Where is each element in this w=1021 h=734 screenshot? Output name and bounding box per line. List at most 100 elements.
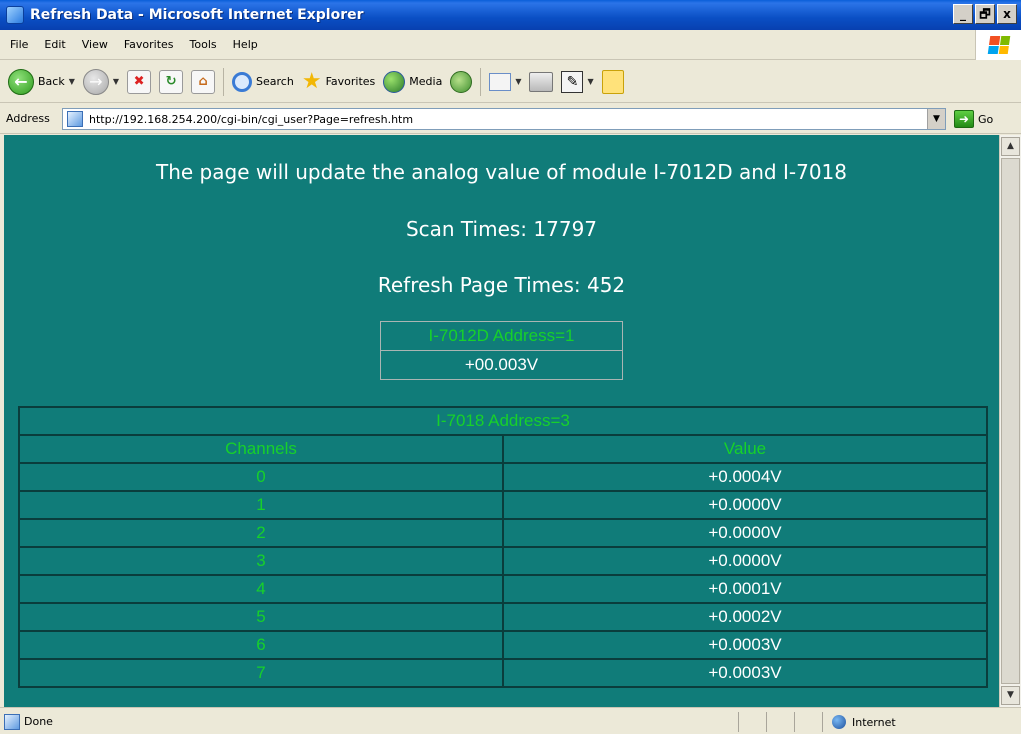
menu-bar: File Edit View Favorites Tools Help — [0, 30, 1021, 60]
zone-label: Internet — [852, 715, 896, 729]
table-row: 2 +0.0000V — [18, 518, 988, 548]
stop-button[interactable]: ✖ — [127, 69, 152, 94]
scroll-down-button[interactable]: ▼ — [1001, 686, 1020, 705]
toolbar-separator — [480, 67, 482, 96]
module-7018-title: I-7018 Address=3 — [18, 406, 988, 436]
channel-cell: 7 — [18, 658, 504, 688]
value-cell: +0.0000V — [502, 518, 988, 548]
toolbar-separator — [223, 67, 225, 96]
favorites-label: Favorites — [325, 75, 376, 88]
favorites-button[interactable]: ★ Favorites — [301, 68, 376, 94]
status-text: Done — [24, 715, 53, 728]
channel-cell: 6 — [18, 630, 504, 660]
table-row: +00.003V — [380, 350, 623, 380]
mail-icon — [489, 72, 512, 91]
status-bar: Done Internet — [0, 707, 1021, 734]
back-arrow-icon: ← — [8, 68, 34, 95]
value-cell: +0.0004V — [502, 462, 988, 492]
history-button[interactable] — [450, 70, 473, 93]
close-button[interactable]: x — [997, 4, 1017, 24]
address-input[interactable]: http://192.168.254.200/cgi-bin/cgi_user?… — [62, 108, 946, 130]
media-label: Media — [409, 75, 443, 88]
column-header-value: Value — [502, 434, 988, 464]
refresh-page-times: Refresh Page Times: 452 — [377, 273, 626, 297]
globe-icon — [832, 715, 846, 729]
address-bar: Address http://192.168.254.200/cgi-bin/c… — [0, 104, 1021, 134]
channel-cell: 3 — [18, 546, 504, 576]
media-icon — [383, 70, 406, 93]
chevron-down-icon[interactable]: ▼ — [515, 77, 521, 86]
edit-icon: ✎ — [561, 70, 584, 93]
chevron-down-icon[interactable]: ▼ — [113, 77, 119, 86]
messenger-button[interactable] — [601, 69, 624, 94]
search-icon — [232, 71, 253, 92]
edit-button[interactable]: ✎ ▼ — [561, 70, 594, 93]
printer-icon — [529, 71, 554, 92]
table-row: I-7012D Address=1 — [380, 321, 623, 351]
window-controls: _ 🗗 x — [953, 4, 1017, 24]
value-cell: +0.0003V — [502, 630, 988, 660]
forward-button[interactable]: → ▼ — [82, 68, 119, 95]
module-7012d-table: I-7012D Address=1 +00.003V — [380, 321, 623, 380]
table-header-row: Channels Value — [18, 434, 988, 464]
windows-flag-icon — [987, 36, 1010, 54]
menu-edit[interactable]: Edit — [44, 38, 65, 51]
menu-tools[interactable]: Tools — [190, 38, 217, 51]
status-pane — [738, 712, 739, 732]
back-label: Back — [38, 75, 65, 88]
module-7018-table: I-7018 Address=3 Channels Value 0 +0.000… — [18, 406, 988, 688]
channel-cell: 4 — [18, 574, 504, 604]
column-header-channels: Channels — [18, 434, 504, 464]
channel-cell: 0 — [18, 462, 504, 492]
go-button[interactable]: ➜ Go — [954, 110, 993, 128]
go-arrow-icon: ➜ — [954, 110, 974, 128]
page-heading: The page will update the analog value of… — [156, 160, 847, 184]
table-row: 5 +0.0002V — [18, 602, 988, 632]
window-title: Refresh Data - Microsoft Internet Explor… — [30, 7, 364, 23]
channel-cell: 1 — [18, 490, 504, 520]
mail-button[interactable]: ▼ — [489, 72, 521, 91]
search-label: Search — [256, 75, 294, 88]
channel-cell: 2 — [18, 518, 504, 548]
table-row: 6 +0.0003V — [18, 630, 988, 660]
toolbar: ← Back ▼ → ▼ ✖ ↻ ⌂ Search ★ Favorites Me… — [0, 61, 1021, 103]
print-button[interactable] — [529, 71, 554, 92]
refresh-button[interactable]: ↻ — [159, 69, 184, 94]
search-button[interactable]: Search — [232, 71, 294, 92]
scroll-thumb[interactable] — [1001, 158, 1020, 684]
table-row: I-7018 Address=3 — [18, 406, 988, 436]
value-cell: +0.0003V — [502, 658, 988, 688]
menu-file[interactable]: File — [10, 38, 28, 51]
scan-times: Scan Times: 17797 — [405, 217, 598, 241]
value-cell: +0.0000V — [502, 546, 988, 576]
chevron-down-icon[interactable]: ▼ — [69, 77, 75, 86]
security-zone: Internet — [832, 715, 896, 729]
vertical-scrollbar[interactable]: ▲ ▼ — [999, 135, 1021, 707]
windows-logo — [975, 30, 1021, 60]
menu-view[interactable]: View — [82, 38, 108, 51]
address-dropdown-button[interactable]: ▼ — [927, 109, 945, 129]
home-button[interactable]: ⌂ — [191, 69, 216, 94]
value-cell: +0.0000V — [502, 490, 988, 520]
restore-button[interactable]: 🗗 — [975, 4, 995, 24]
media-button[interactable]: Media — [383, 70, 443, 93]
menu-favorites[interactable]: Favorites — [124, 38, 174, 51]
channel-cell: 5 — [18, 602, 504, 632]
status-pane — [794, 712, 795, 732]
table-row: 7 +0.0003V — [18, 658, 988, 688]
value-cell: +0.0001V — [502, 574, 988, 604]
menu-help[interactable]: Help — [233, 38, 258, 51]
chevron-down-icon[interactable]: ▼ — [587, 77, 593, 86]
home-icon: ⌂ — [191, 69, 216, 94]
table-row: 3 +0.0000V — [18, 546, 988, 576]
minimize-button[interactable]: _ — [953, 4, 973, 24]
page-done-icon — [4, 714, 20, 730]
note-icon — [601, 69, 624, 94]
address-url[interactable]: http://192.168.254.200/cgi-bin/cgi_user?… — [89, 113, 413, 126]
table-row: 4 +0.0001V — [18, 574, 988, 604]
page-viewport: The page will update the analog value of… — [4, 135, 999, 707]
back-button[interactable]: ← Back ▼ — [8, 68, 75, 95]
module-7012d-value: +00.003V — [380, 350, 623, 380]
scroll-up-button[interactable]: ▲ — [1001, 137, 1020, 156]
star-icon: ★ — [301, 68, 322, 94]
